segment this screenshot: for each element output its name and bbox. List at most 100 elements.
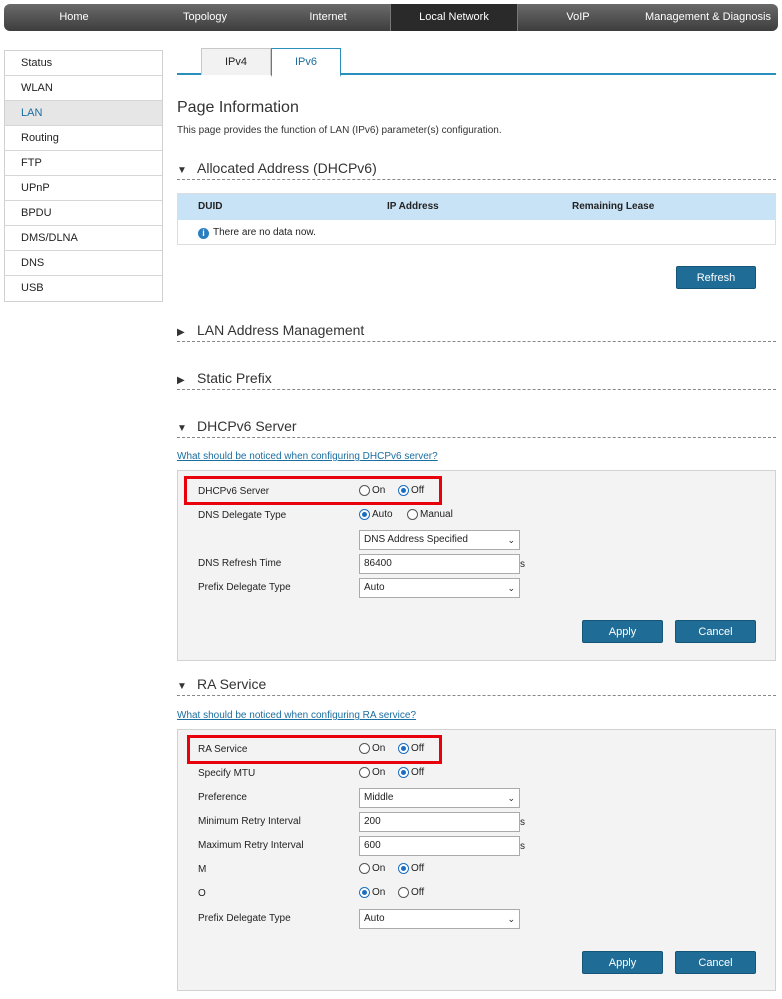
empty-message: There are no data now. — [213, 227, 316, 238]
radio-icon — [359, 863, 370, 874]
nav-internet[interactable]: Internet — [266, 4, 390, 31]
sidebar-item-status[interactable]: Status — [5, 51, 162, 76]
nav-local-network[interactable]: Local Network — [390, 4, 518, 31]
radio-label: On — [372, 485, 386, 496]
collapsed-arrow-icon: ▶ — [177, 375, 185, 386]
dhcpv6-cancel-button[interactable]: Cancel — [675, 620, 756, 643]
sidebar-item-upnp[interactable]: UPnP — [5, 176, 162, 201]
dns-delegate-auto-radio[interactable]: Auto — [359, 509, 393, 520]
radio-label: Off — [411, 863, 425, 874]
select-value: Auto — [364, 913, 385, 924]
dns-refresh-time-label: DNS Refresh Time — [198, 558, 282, 569]
page-title: Page Information — [177, 99, 299, 116]
dhcpv6-server-label: DHCPv6 Server — [198, 486, 270, 497]
sidebar-item-dns[interactable]: DNS — [5, 251, 162, 276]
radio-selected-icon — [359, 509, 370, 520]
nav-topology[interactable]: Topology — [144, 4, 266, 31]
radio-selected-icon — [398, 863, 409, 874]
specify-mtu-off-radio[interactable]: Off — [398, 767, 424, 778]
radio-selected-icon — [398, 743, 409, 754]
max-retry-unit: s — [520, 841, 525, 852]
expanded-arrow-icon: ▼ — [177, 165, 187, 176]
dhcpv6-help-link[interactable]: What should be noticed when configuring … — [177, 451, 438, 462]
ra-service-on-radio[interactable]: On — [359, 743, 385, 754]
dns-refresh-time-input[interactable]: 86400 — [359, 554, 520, 574]
column-remaining-lease: Remaining Lease — [572, 201, 655, 212]
dhcpv6-server-off-radio[interactable]: Off — [398, 485, 424, 496]
radio-label: Off — [411, 485, 425, 496]
table-header: DUID IP Address Remaining Lease — [178, 194, 775, 220]
dhcpv6-server-on-radio[interactable]: On — [359, 485, 385, 496]
min-retry-interval-label: Minimum Retry Interval — [198, 816, 301, 827]
sidebar-item-routing[interactable]: Routing — [5, 126, 162, 151]
expanded-arrow-icon: ▼ — [177, 681, 187, 692]
column-ip-address: IP Address — [387, 201, 439, 212]
radio-label: Off — [411, 743, 425, 754]
page-description: This page provides the function of LAN (… — [177, 125, 502, 136]
radio-label: Manual — [420, 509, 453, 520]
tab-bar: IPv4 IPv6 — [177, 48, 776, 77]
chevron-down-icon: ⌄ — [507, 914, 515, 924]
radio-icon — [398, 887, 409, 898]
prefix-delegate-type-select[interactable]: Auto ⌄ — [359, 578, 520, 598]
radio-label: On — [372, 767, 386, 778]
chevron-down-icon: ⌄ — [507, 535, 515, 545]
radio-label: Off — [411, 767, 425, 778]
nav-voip[interactable]: VoIP — [518, 4, 638, 31]
select-value: DNS Address Specified — [364, 534, 468, 545]
dns-delegate-manual-radio[interactable]: Manual — [407, 509, 453, 520]
max-retry-interval-label: Maximum Retry Interval — [198, 840, 304, 851]
preference-label: Preference — [198, 792, 247, 803]
section-dhcpv6-server[interactable]: ▼ DHCPv6 Server — [177, 418, 776, 438]
section-title: Allocated Address (DHCPv6) — [197, 160, 377, 176]
max-retry-interval-input[interactable]: 600 — [359, 836, 520, 856]
o-flag-label: O — [198, 888, 206, 899]
specify-mtu-on-radio[interactable]: On — [359, 767, 385, 778]
tab-ipv6[interactable]: IPv6 — [271, 48, 341, 77]
radio-label: On — [372, 887, 386, 898]
radio-label: On — [372, 743, 386, 754]
sidebar-item-usb[interactable]: USB — [5, 276, 162, 301]
section-ra-service[interactable]: ▼ RA Service — [177, 676, 776, 696]
top-nav: Home Topology Internet Local Network VoI… — [4, 4, 778, 31]
nav-management[interactable]: Management & Diagnosis — [638, 4, 778, 31]
radio-icon — [359, 485, 370, 496]
sidebar-item-bpdu[interactable]: BPDU — [5, 201, 162, 226]
radio-icon — [407, 509, 418, 520]
chevron-down-icon: ⌄ — [507, 793, 515, 803]
m-flag-on-radio[interactable]: On — [359, 863, 385, 874]
sidebar-item-lan[interactable]: LAN — [5, 101, 162, 126]
tab-ipv4[interactable]: IPv4 — [201, 48, 271, 75]
ra-prefix-delegate-type-select[interactable]: Auto ⌄ — [359, 909, 520, 929]
section-title: RA Service — [197, 676, 267, 692]
section-allocated-address[interactable]: ▼ Allocated Address (DHCPv6) — [177, 160, 776, 180]
ra-help-link[interactable]: What should be noticed when configuring … — [177, 710, 416, 721]
refresh-button[interactable]: Refresh — [676, 266, 756, 289]
preference-select[interactable]: Middle ⌄ — [359, 788, 520, 808]
dhcpv6-apply-button[interactable]: Apply — [582, 620, 663, 643]
ra-prefix-delegate-type-label: Prefix Delegate Type — [198, 913, 291, 924]
m-flag-off-radio[interactable]: Off — [398, 863, 424, 874]
ra-cancel-button[interactable]: Cancel — [675, 951, 756, 974]
section-lan-address-management[interactable]: ▶ LAN Address Management — [177, 322, 776, 342]
nav-home[interactable]: Home — [4, 4, 144, 31]
chevron-down-icon: ⌄ — [507, 583, 515, 593]
o-flag-on-radio[interactable]: On — [359, 887, 385, 898]
dns-address-select[interactable]: DNS Address Specified ⌄ — [359, 530, 520, 550]
ra-apply-button[interactable]: Apply — [582, 951, 663, 974]
radio-selected-icon — [398, 485, 409, 496]
radio-icon — [359, 767, 370, 778]
info-icon: i — [198, 228, 209, 239]
ra-service-off-radio[interactable]: Off — [398, 743, 424, 754]
min-retry-interval-input[interactable]: 200 — [359, 812, 520, 832]
sidebar-item-ftp[interactable]: FTP — [5, 151, 162, 176]
radio-label: On — [372, 863, 386, 874]
m-flag-label: M — [198, 864, 207, 875]
o-flag-off-radio[interactable]: Off — [398, 887, 424, 898]
prefix-delegate-type-label: Prefix Delegate Type — [198, 582, 291, 593]
section-static-prefix[interactable]: ▶ Static Prefix — [177, 370, 776, 390]
sidebar-item-dms-dlna[interactable]: DMS/DLNA — [5, 226, 162, 251]
sidebar-item-wlan[interactable]: WLAN — [5, 76, 162, 101]
collapsed-arrow-icon: ▶ — [177, 327, 185, 338]
radio-selected-icon — [398, 767, 409, 778]
